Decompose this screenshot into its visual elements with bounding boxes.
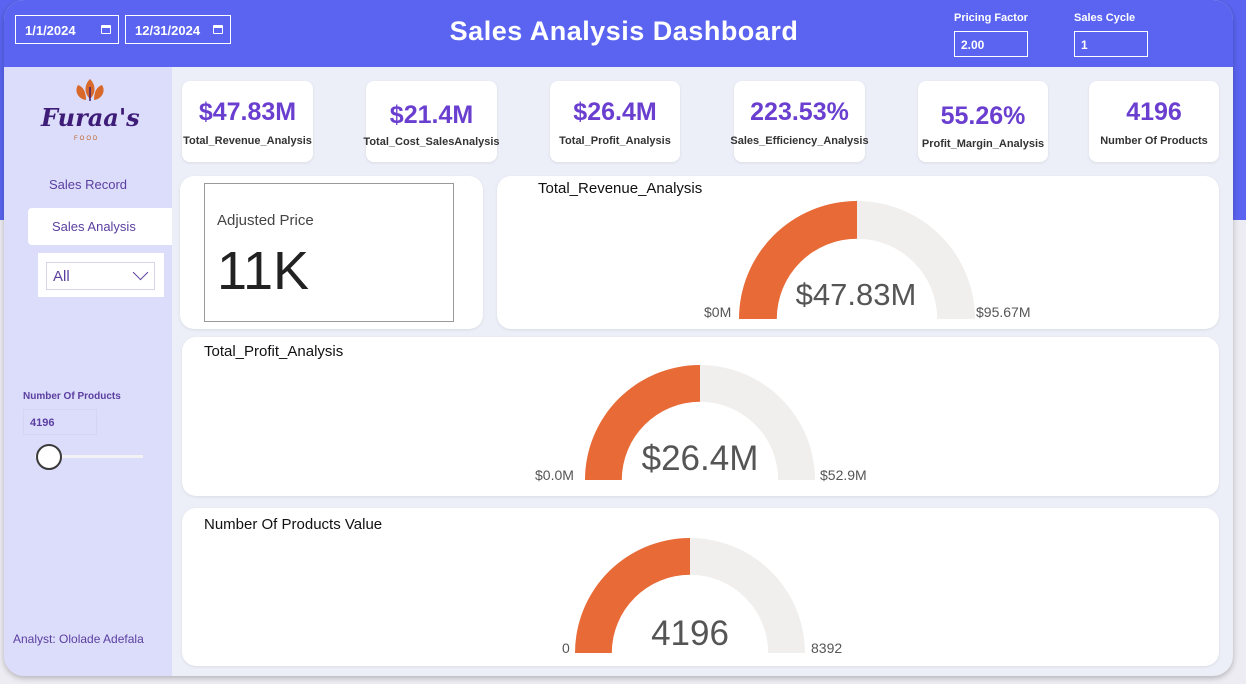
kpi-label: Total_Profit_Analysis — [559, 135, 671, 147]
revenue-gauge-title: Total_Revenue_Analysis — [538, 180, 703, 197]
sales-cycle-label: Sales Cycle — [1074, 12, 1136, 24]
adjusted-price-value: 11K — [217, 241, 310, 301]
header-bar: 1/1/2024 12/31/2024 Sales Analysis Dashb… — [4, 0, 1233, 67]
kpi-value: 223.53% — [750, 98, 849, 126]
revenue-gauge-value: $47.83M — [795, 277, 917, 312]
products-slider-label: Number Of Products — [23, 391, 121, 402]
profit-gauge-title: Total_Profit_Analysis — [204, 343, 344, 360]
revenue-gauge-card: Total_Revenue_Analysis $47.83M $0M $95.6… — [497, 176, 1219, 329]
profit-gauge-max: $52.9M — [820, 467, 867, 483]
kpi-value: 55.26% — [940, 102, 1026, 130]
calendar-icon[interactable] — [101, 25, 111, 34]
category-slicer[interactable]: All — [38, 253, 164, 297]
products-gauge-card: Number Of Products Value 4196 0 8392 — [182, 508, 1219, 666]
products-gauge-max: 8392 — [811, 640, 843, 656]
kpi-value: $26.4M — [573, 98, 657, 126]
kpi-label: Total_Revenue_Analysis — [183, 135, 312, 147]
kpi-card-efficiency: 223.53% Sales_Efficiency_Analysis — [730, 81, 869, 162]
adjusted-price-card: Adjusted Price 11K — [180, 176, 483, 329]
start-date-picker[interactable]: 1/1/2024 — [15, 15, 119, 44]
calendar-icon[interactable] — [213, 25, 223, 34]
pricing-factor-input[interactable]: 2.00 — [954, 31, 1028, 57]
nav-sales-analysis[interactable]: Sales Analysis — [28, 208, 172, 245]
start-date-value: 1/1/2024 — [25, 23, 76, 38]
nav-sales-record[interactable]: Sales Record — [4, 177, 172, 192]
sidebar: Furaa's FOOD Sales Record Sales Analysis… — [4, 67, 172, 676]
kpi-label: Profit_Margin_Analysis — [921, 138, 1045, 150]
kpi-card-revenue: $47.83M Total_Revenue_Analysis — [182, 81, 313, 162]
pricing-factor-label: Pricing Factor — [954, 12, 1028, 24]
kpi-value: $21.4M — [389, 101, 474, 129]
brand-logo: Furaa's FOOD — [34, 77, 144, 147]
analyst-credit: Analyst: Ololade Adefala — [13, 632, 144, 646]
products-gauge-min: 0 — [562, 640, 570, 656]
profit-gauge-card: Total_Profit_Analysis $26.4M $0.0M $52.9… — [182, 337, 1219, 496]
end-date-picker[interactable]: 12/31/2024 — [125, 15, 231, 44]
products-slider-value[interactable]: 4196 — [23, 409, 97, 435]
logo-subtext: FOOD — [74, 136, 100, 142]
revenue-gauge-max: $95.67M — [976, 304, 1031, 320]
profit-gauge-value: $26.4M — [641, 439, 759, 478]
products-slider-thumb[interactable] — [36, 444, 63, 470]
end-date-value: 12/31/2024 — [135, 23, 201, 38]
dashboard-frame: 1/1/2024 12/31/2024 Sales Analysis Dashb… — [4, 0, 1233, 676]
kpi-card-products: 4196 Number Of Products — [1089, 81, 1219, 162]
products-gauge-title: Number Of Products Value — [204, 516, 383, 533]
revenue-gauge-min: $0M — [704, 304, 732, 320]
kpi-card-margin: 55.26% Profit_Margin_Analysis — [918, 81, 1048, 162]
adjusted-price-label: Adjusted Price — [217, 212, 314, 229]
kpi-card-profit: $26.4M Total_Profit_Analysis — [550, 81, 680, 162]
sales-cycle-input[interactable]: 1 — [1074, 31, 1148, 57]
products-gauge-value: 4196 — [651, 614, 729, 653]
page-title: Sales Analysis Dashboard — [449, 16, 799, 46]
kpi-label: Total_Cost_SalesAnalysis — [363, 136, 500, 148]
kpi-label: Sales_Efficiency_Analysis — [730, 135, 869, 147]
profit-gauge-min: $0.0M — [535, 467, 574, 483]
chevron-down-icon[interactable] — [132, 264, 149, 281]
kpi-value: $47.83M — [198, 98, 297, 126]
adjusted-price-box: Adjusted Price 11K — [204, 183, 454, 322]
logo-text: Furaa's — [41, 103, 140, 132]
kpi-label: Number Of Products — [1100, 135, 1208, 147]
slicer-value: All — [53, 268, 70, 285]
slicer-dropdown[interactable]: All — [46, 262, 155, 290]
kpi-card-cost: $21.4M Total_Cost_SalesAnalysis — [363, 81, 500, 162]
kpi-value: 4196 — [1126, 98, 1182, 126]
